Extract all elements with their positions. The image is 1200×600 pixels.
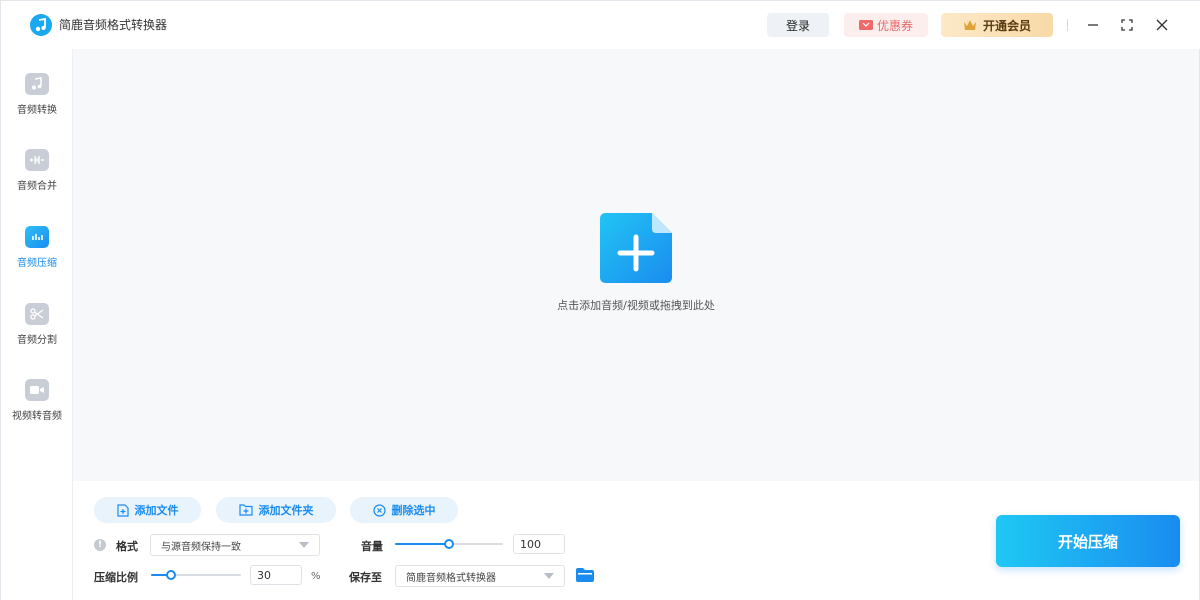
maximize-button[interactable] <box>1115 13 1139 37</box>
add-folder-button[interactable]: 添加文件夹 <box>216 497 336 523</box>
ratio-input[interactable]: 30 <box>250 565 302 585</box>
app-window: 简鹿音频格式转换器 登录 优惠券 开通会员 音频转换 音频合并 音频压缩 音频分… <box>0 0 1200 600</box>
add-file-button[interactable]: 添加文件 <box>94 497 201 523</box>
sidebar-item-label: 音频转换 <box>17 105 57 116</box>
coupon-button[interactable]: 优惠券 <box>844 13 928 37</box>
ratio-label: 压缩比例 <box>94 571 138 584</box>
drop-hint: 点击添加音频/视频或拖拽到此处 <box>557 299 715 312</box>
compress-icon <box>25 226 49 248</box>
start-compress-button[interactable]: 开始压缩 <box>996 515 1180 567</box>
file-plus-icon <box>116 503 129 517</box>
coupon-label: 优惠券 <box>876 18 913 33</box>
sidebar-item-audio-convert[interactable]: 音频转换 <box>1 73 73 137</box>
sidebar-item-video-to-audio[interactable]: 视频转音频 <box>1 379 73 443</box>
title-bar: 简鹿音频格式转换器 登录 优惠券 开通会员 <box>1 1 1200 49</box>
delete-circle-icon <box>372 503 386 517</box>
format-value: 与源音频保持一致 <box>161 541 241 553</box>
close-button[interactable] <box>1150 13 1174 37</box>
settings-panel: 添加文件 添加文件夹 删除选中 ! 格式 与源音频保持一致 音量 100 压缩比… <box>73 481 1199 600</box>
add-file-label: 添加文件 <box>134 504 179 517</box>
sidebar-item-label: 音频分割 <box>17 335 57 346</box>
ratio-unit: % <box>311 571 321 582</box>
merge-icon <box>25 149 49 171</box>
scissors-icon <box>25 303 49 325</box>
coupon-icon <box>858 20 873 30</box>
video-icon <box>25 379 49 401</box>
sidebar-item-label: 音频压缩 <box>17 258 57 269</box>
sidebar-item-label: 视频转音频 <box>12 411 62 422</box>
start-compress-label: 开始压缩 <box>1057 532 1118 551</box>
maximize-icon <box>1121 19 1133 31</box>
add-file-icon <box>600 213 672 283</box>
delete-selected-button[interactable]: 删除选中 <box>350 497 458 523</box>
volume-slider[interactable] <box>395 539 503 549</box>
vip-button[interactable]: 开通会员 <box>941 13 1053 37</box>
sidebar-item-audio-compress[interactable]: 音频压缩 <box>1 226 73 290</box>
chevron-down-icon <box>544 573 554 579</box>
volume-slider-fill <box>395 543 449 545</box>
login-label: 登录 <box>785 18 810 33</box>
ratio-value: 30 <box>257 568 271 582</box>
format-select[interactable]: 与源音频保持一致 <box>150 534 320 556</box>
title-bar-divider <box>1067 19 1068 31</box>
minimize-button[interactable] <box>1081 13 1105 37</box>
app-title: 简鹿音频格式转换器 <box>59 18 168 32</box>
save-to-label: 保存至 <box>349 571 382 584</box>
volume-slider-handle[interactable] <box>444 539 454 549</box>
music-note-icon <box>25 73 49 95</box>
minimize-icon <box>1088 24 1098 26</box>
save-path-value: 简鹿音频格式转换器 <box>406 572 496 584</box>
volume-value: 100 <box>520 537 541 551</box>
app-logo-icon <box>30 14 52 36</box>
info-icon[interactable]: ! <box>94 539 106 551</box>
ratio-slider-handle[interactable] <box>166 570 176 580</box>
close-icon <box>1156 19 1168 31</box>
save-path-select[interactable]: 简鹿音频格式转换器 <box>395 565 565 587</box>
folder-plus-icon <box>238 504 253 516</box>
login-button[interactable]: 登录 <box>767 13 829 37</box>
open-folder-icon[interactable] <box>576 568 594 582</box>
delete-selected-label: 删除选中 <box>391 504 436 517</box>
vip-label: 开通会员 <box>982 18 1031 33</box>
sidebar-item-label: 音频合并 <box>17 181 57 192</box>
ratio-slider[interactable] <box>151 570 241 580</box>
sidebar-item-audio-split[interactable]: 音频分割 <box>1 303 73 367</box>
volume-label: 音量 <box>361 540 383 553</box>
chevron-down-icon <box>299 542 309 548</box>
sidebar-item-audio-merge[interactable]: 音频合并 <box>1 149 73 213</box>
add-folder-label: 添加文件夹 <box>258 504 314 517</box>
volume-input[interactable]: 100 <box>513 534 565 554</box>
format-label: 格式 <box>116 540 138 553</box>
file-drop-zone[interactable]: 点击添加音频/视频或拖拽到此处 <box>73 49 1199 481</box>
sidebar: 音频转换 音频合并 音频压缩 音频分割 视频转音频 <box>1 49 73 600</box>
vip-crown-icon <box>963 20 976 30</box>
